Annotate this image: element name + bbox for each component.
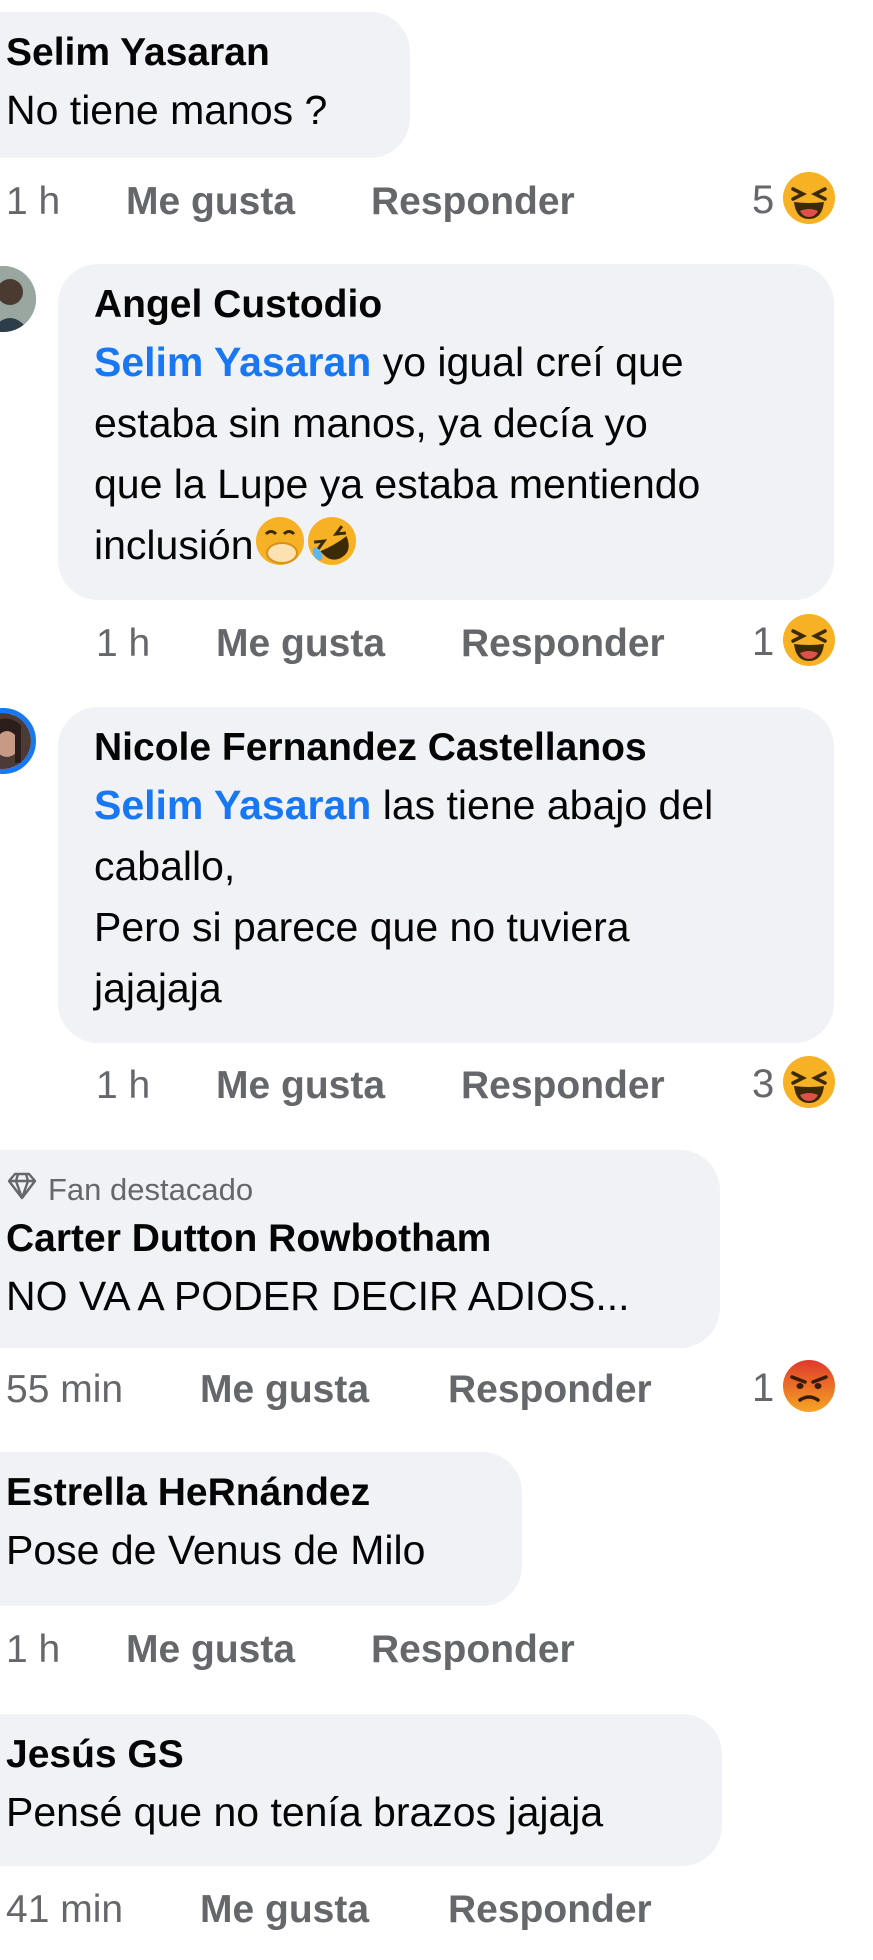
angry-emoji-icon	[782, 1359, 836, 1418]
comment-bubble: Nicole Fernandez Castellanos Selim Yasar…	[58, 707, 834, 1043]
comment-text-line: inclusión	[94, 515, 808, 584]
reaction-count: 1	[752, 1365, 775, 1410]
reaction-summary[interactable]: 5	[752, 171, 836, 230]
comment-text-line: caballo,	[94, 843, 236, 889]
avatar[interactable]	[0, 266, 36, 332]
comment-time[interactable]: 1 h	[6, 1628, 126, 1672]
comment-text-line: jajajaja	[94, 965, 222, 1011]
comment-text: NO VA A PODER DECIR ADIOS...	[6, 1273, 630, 1319]
reaction-count: 3	[752, 1061, 775, 1106]
reaction-count: 1	[752, 619, 775, 664]
reply-button[interactable]: Responder	[371, 1628, 575, 1672]
comment-text-line: inclusión	[94, 522, 254, 568]
comment-time[interactable]: 41 min	[6, 1888, 200, 1932]
comment-author[interactable]: Jesús GS	[6, 1728, 696, 1782]
hand-over-mouth-emoji-icon	[254, 515, 306, 584]
reply-button[interactable]: Responder	[461, 622, 665, 666]
mention-link[interactable]: Selim Yasaran	[94, 782, 371, 828]
comment-text-line: yo igual creí que	[371, 339, 684, 385]
reply-button[interactable]: Responder	[448, 1888, 652, 1932]
comment-author[interactable]: Angel Custodio	[94, 278, 808, 332]
comment-author[interactable]: Nicole Fernandez Castellanos	[94, 721, 808, 775]
comment-text-line: las tiene abajo del	[371, 782, 714, 828]
diamond-icon	[6, 1168, 38, 1212]
comment-author[interactable]: Selim Yasaran	[6, 26, 384, 80]
reply-button[interactable]: Responder	[461, 1064, 665, 1108]
comment-bubble: Angel Custodio Selim Yasaran yo igual cr…	[58, 264, 834, 600]
like-button[interactable]: Me gusta	[216, 1064, 461, 1108]
comment-meta: 1 h Me gusta Responder	[6, 172, 575, 232]
comment-author[interactable]: Estrella HeRnández	[6, 1466, 496, 1520]
comment-meta: 55 min Me gusta Responder	[6, 1360, 652, 1420]
reply-button[interactable]: Responder	[371, 180, 575, 224]
avatar[interactable]	[0, 708, 36, 774]
reaction-summary[interactable]: 3	[752, 1055, 836, 1114]
like-button[interactable]: Me gusta	[200, 1368, 448, 1412]
reaction-summary[interactable]: 1	[752, 613, 836, 672]
comment-text: Selim Yasaran yo igual creí que	[94, 332, 808, 393]
like-button[interactable]: Me gusta	[200, 1888, 448, 1932]
comment-text-line: estaba sin manos, ya decía yo	[94, 400, 648, 446]
laughing-squint-emoji-icon	[782, 613, 836, 672]
mention-link[interactable]: Selim Yasaran	[94, 339, 371, 385]
comment-time[interactable]: 1 h	[96, 622, 216, 666]
comment-text-line: Pero si parece que no tuviera	[94, 904, 630, 950]
like-button[interactable]: Me gusta	[126, 180, 371, 224]
comment-meta: 1 h Me gusta Responder	[6, 1620, 575, 1680]
top-fan-badge: Fan destacado	[6, 1168, 694, 1212]
rolling-on-floor-laughing-emoji-icon	[306, 515, 358, 584]
laughing-squint-emoji-icon	[782, 171, 836, 230]
comment-time[interactable]: 55 min	[6, 1368, 200, 1412]
badge-label: Fan destacado	[48, 1172, 254, 1207]
reaction-count: 5	[752, 177, 775, 222]
comment-bubble: Fan destacado Carter Dutton Rowbotham NO…	[0, 1150, 720, 1348]
comment-bubble: Selim Yasaran No tiene manos ?	[0, 12, 410, 158]
comment-bubble: Estrella HeRnández Pose de Venus de Milo	[0, 1452, 522, 1606]
like-button[interactable]: Me gusta	[216, 622, 461, 666]
reaction-summary[interactable]: 1	[752, 1359, 836, 1418]
laughing-squint-emoji-icon	[782, 1055, 836, 1114]
comment-text: Pensé que no tenía brazos jajaja	[6, 1789, 604, 1835]
comment-bubble: Jesús GS Pensé que no tenía brazos jajaj…	[0, 1714, 722, 1866]
comment-text-line: que la Lupe ya estaba mentiendo	[94, 461, 701, 507]
comment-text: No tiene manos ?	[6, 87, 328, 133]
comment-meta: 1 h Me gusta Responder	[96, 614, 665, 674]
comment-time[interactable]: 1 h	[96, 1064, 216, 1108]
comment-text: Selim Yasaran las tiene abajo del	[94, 775, 808, 836]
comment-time[interactable]: 1 h	[6, 180, 126, 224]
comment-text: Pose de Venus de Milo	[6, 1527, 426, 1573]
reply-button[interactable]: Responder	[448, 1368, 652, 1412]
like-button[interactable]: Me gusta	[126, 1628, 371, 1672]
comment-author[interactable]: Carter Dutton Rowbotham	[6, 1212, 694, 1266]
comment-meta: 41 min Me gusta Responder	[6, 1880, 652, 1940]
comment-meta: 1 h Me gusta Responder	[96, 1056, 665, 1116]
